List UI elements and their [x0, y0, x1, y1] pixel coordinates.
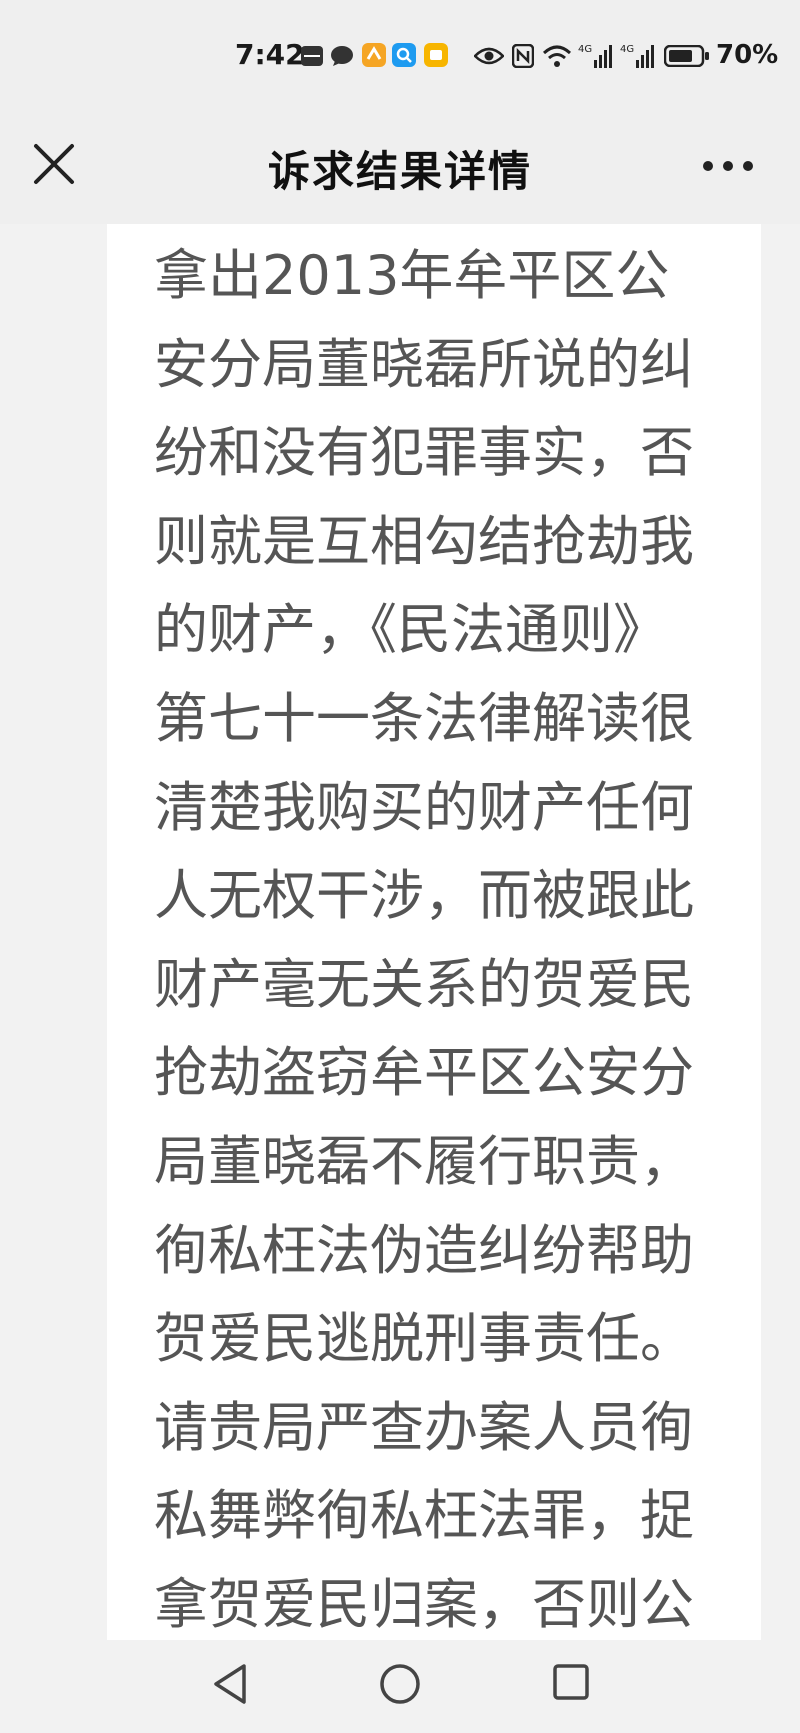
chat-bubble-icon: [331, 46, 353, 66]
yellow-app-icon: [424, 43, 448, 67]
svg-text:4G: 4G: [620, 44, 634, 55]
blue-search-app-icon: [392, 43, 416, 67]
system-navigation-bar: [0, 1640, 800, 1733]
eye-icon: [474, 47, 504, 65]
battery-icon: [664, 45, 709, 67]
more-icon[interactable]: [700, 154, 756, 178]
status-bar: 7:42 4G 4G 70%: [0, 0, 800, 118]
page-title: 诉求结果详情: [267, 147, 532, 196]
content-card: 拿出2013年牟平区公安分局董晓磊所说的纠纷和没有犯罪事实，否则就是互相勾结抢劫…: [107, 224, 761, 1640]
orange-app-icon: [362, 43, 386, 67]
nfc-icon: [512, 44, 534, 68]
back-triangle-icon[interactable]: [210, 1662, 250, 1706]
status-time: 7:42: [235, 38, 305, 71]
hiapp-icon: [301, 46, 323, 66]
svg-text:4G: 4G: [578, 44, 592, 55]
recents-square-icon[interactable]: [551, 1662, 591, 1702]
wifi-icon: [542, 45, 572, 67]
result-body-text: 拿出2013年牟平区公安分局董晓磊所说的纠纷和没有犯罪事实，否则就是互相勾结抢劫…: [154, 244, 694, 1636]
home-circle-icon[interactable]: [378, 1662, 422, 1706]
signal-4g-icon: 4G: [578, 44, 612, 68]
signal-4g-icon: 4G: [620, 44, 654, 68]
battery-percent: 70%: [716, 40, 779, 70]
header-bar: 诉求结果详情: [0, 118, 800, 224]
content-area[interactable]: 拿出2013年牟平区公安分局董晓磊所说的纠纷和没有犯罪事实，否则就是互相勾结抢劫…: [0, 224, 800, 1640]
